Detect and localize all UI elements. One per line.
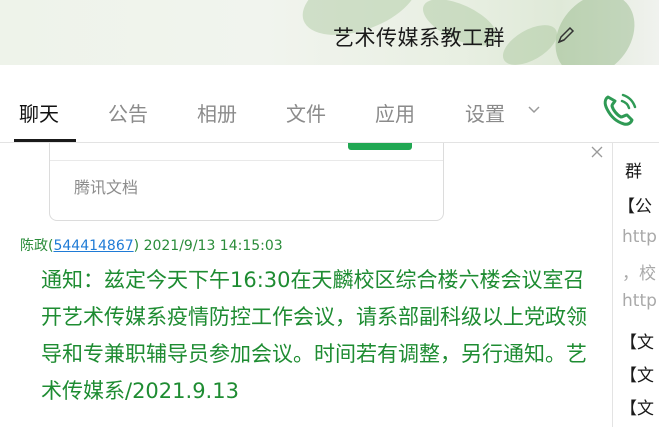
side-row-title: 群 [625, 162, 642, 182]
pencil-icon[interactable] [555, 24, 577, 46]
side-row-text: ，校 [622, 264, 656, 284]
doc-source-label: 腾讯文档 [74, 178, 139, 197]
doc-card-divider [50, 160, 443, 161]
message-sender: 陈政(544414867) 2021/9/13 14:15:03 [20, 235, 283, 255]
background-leaf [496, 17, 564, 65]
group-info-panel: 群 【公 http ，校 http 【文 【文 【文 [613, 143, 659, 427]
doc-card[interactable]: 腾讯文档 [49, 143, 444, 221]
sender-qq-link[interactable]: 544414867 [53, 238, 133, 254]
message-timestamp: 2021/9/13 14:15:03 [143, 238, 283, 254]
phone-icon[interactable] [599, 91, 639, 129]
tab-settings[interactable]: 设置 [465, 98, 505, 127]
doc-open-button[interactable] [348, 143, 412, 150]
side-row-notice[interactable]: 【公 [618, 192, 652, 217]
sender-name: 陈政 [20, 238, 48, 254]
chat-header: 艺术传媒系教工群 [0, 0, 659, 65]
tab-chat[interactable]: 聊天 [19, 98, 59, 127]
side-row-file[interactable]: 【文 [620, 361, 654, 386]
chevron-down-icon[interactable] [528, 106, 540, 114]
close-icon[interactable] [590, 145, 604, 159]
tab-bar [0, 65, 659, 143]
message-text: 通知：兹定今天下午16:30在天麟校区综合楼六楼会议室召开艺术传媒系疫情防控工作… [41, 268, 587, 403]
tab-announcements[interactable]: 公告 [108, 98, 148, 127]
message-area[interactable]: 腾讯文档 陈政(544414867) 2021/9/13 14:15:03 通知… [0, 143, 612, 427]
tab-album[interactable]: 相册 [197, 98, 237, 127]
tab-apps[interactable]: 应用 [375, 98, 415, 127]
sender-qq-close: ) [133, 238, 140, 254]
side-row-link[interactable]: http [622, 291, 657, 311]
side-row-file[interactable]: 【文 [620, 328, 654, 353]
side-row-file[interactable]: 【文 [620, 394, 654, 419]
tab-files[interactable]: 文件 [286, 98, 326, 127]
side-row-link[interactable]: http [622, 227, 657, 247]
group-title[interactable]: 艺术传媒系教工群 [333, 22, 505, 52]
